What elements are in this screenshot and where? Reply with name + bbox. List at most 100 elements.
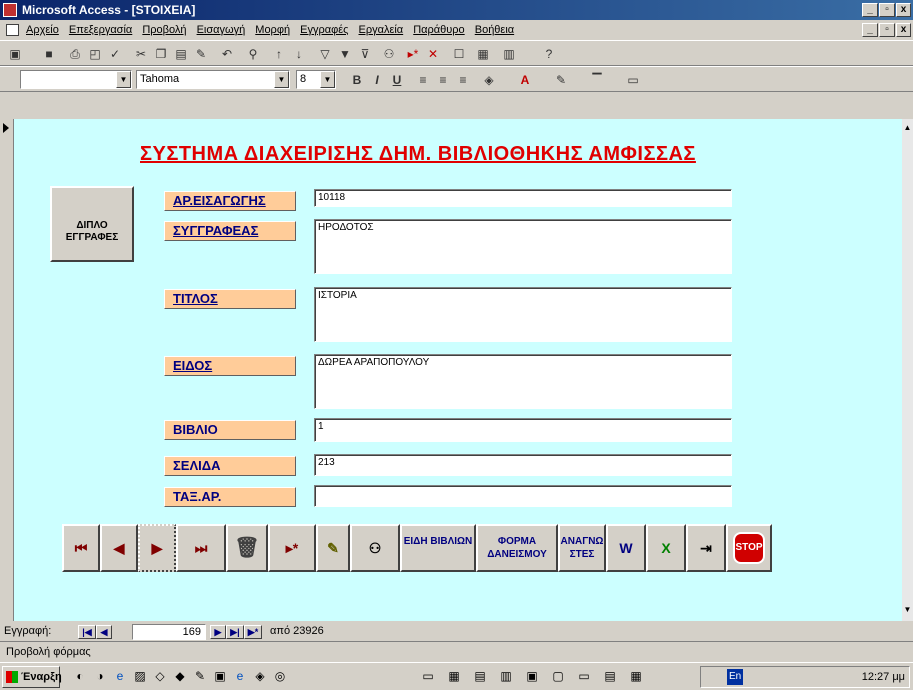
quicklaunch-icon-5[interactable]: ◆ (172, 668, 188, 684)
apply-filter-icon[interactable]: ⊽ (356, 45, 374, 63)
menu-file[interactable]: Αρχείο (26, 24, 59, 36)
book-types-button[interactable]: ΕΙΔΗ ΒΙΒΛΙΩΝ (400, 524, 476, 572)
format-painter-icon[interactable]: ✎ (192, 45, 210, 63)
bold-icon[interactable]: B (348, 71, 366, 89)
menu-format[interactable]: Μορφή (255, 24, 290, 36)
nav-next-button[interactable]: ▶ (210, 625, 226, 639)
loan-form-button[interactable]: ΦΟΡΜΑ ΔΑΝΕΙΣΜΟΥ (476, 524, 558, 572)
quicklaunch-icon-10[interactable]: ◎ (272, 668, 288, 684)
italic-icon[interactable]: I (368, 71, 386, 89)
quicklaunch-icon-3[interactable]: ▨ (132, 668, 148, 684)
copy-icon[interactable]: ❐ (152, 45, 170, 63)
nav-prev-button[interactable]: ◀ (96, 625, 112, 639)
edit-button[interactable]: ✎ (316, 524, 350, 572)
scroll-down-icon[interactable]: ▼ (902, 605, 913, 617)
shelf-field[interactable] (314, 485, 732, 507)
book-field[interactable]: 1 (314, 418, 732, 442)
filter-by-form-icon[interactable]: ▼ (336, 45, 354, 63)
properties-icon[interactable]: ☐ (450, 45, 468, 63)
font-color-icon[interactable]: A (516, 71, 534, 89)
last-record-button[interactable]: ⏭ (176, 524, 226, 572)
align-center-icon[interactable]: ≡ (434, 71, 452, 89)
nav-first-button[interactable]: |◀ (78, 625, 96, 639)
delete-button[interactable]: 🗑 (226, 524, 268, 572)
new-record-icon[interactable]: ▸* (404, 45, 422, 63)
nav-last-button[interactable]: ▶| (226, 625, 244, 639)
cut-icon[interactable]: ✂ (132, 45, 150, 63)
word-export-button[interactable]: W (606, 524, 646, 572)
menu-records[interactable]: Εγγραφές (300, 24, 348, 36)
task-icon-7[interactable]: ▭ (576, 668, 592, 684)
sort-ascending-icon[interactable]: ↑ (270, 45, 288, 63)
quicklaunch-icon-4[interactable]: ◇ (152, 668, 168, 684)
internet-explorer-icon[interactable]: e (112, 668, 128, 684)
doc-close-button[interactable]: x (896, 23, 911, 37)
menu-insert[interactable]: Εισαγωγή (197, 24, 246, 36)
quicklaunch-icon-9[interactable]: ◈ (252, 668, 268, 684)
record-number-input[interactable]: 169 (132, 624, 206, 640)
prev-record-button[interactable]: ◀ (100, 524, 138, 572)
title-field[interactable]: ΙΣΤΟΡΙΑ (314, 287, 732, 342)
start-button[interactable]: Έναρξη (2, 666, 62, 688)
line-color-icon[interactable]: ✎ (552, 71, 570, 89)
new-object-icon[interactable]: ▥ (500, 45, 518, 63)
border-width-icon[interactable]: ▔ (588, 71, 606, 89)
database-window-icon[interactable]: ▦ (474, 45, 492, 63)
quicklaunch-icon-7[interactable]: ▣ (212, 668, 228, 684)
task-icon-4[interactable]: ▥ (498, 668, 514, 684)
first-record-button[interactable]: ⏮ (62, 524, 100, 572)
minimize-button[interactable]: _ (862, 3, 878, 17)
print-preview-icon[interactable]: ◰ (86, 45, 104, 63)
nav-new-button[interactable]: ▶* (244, 625, 262, 639)
find-button[interactable]: ⚇ (350, 524, 400, 572)
doc-restore-button[interactable]: ▫ (879, 23, 895, 37)
special-effect-icon[interactable]: ▭ (624, 71, 642, 89)
task-icon-5[interactable]: ▣ (524, 668, 540, 684)
next-record-button[interactable]: ▶ (138, 524, 176, 572)
entry-no-field[interactable]: 10118 (314, 189, 732, 207)
kind-field[interactable]: ΔΩΡΕΑ ΑΡΑΠΟΠΟΥΛΟΥ (314, 354, 732, 409)
doc-minimize-button[interactable]: _ (862, 23, 878, 37)
print-icon[interactable]: ⎙ (66, 45, 84, 63)
help-icon[interactable]: ? (540, 45, 558, 63)
task-icon-9[interactable]: ▦ (628, 668, 644, 684)
paste-icon[interactable]: ▤ (172, 45, 190, 63)
record-selector[interactable] (0, 119, 14, 621)
exit-button[interactable]: ⇥ (686, 524, 726, 572)
quicklaunch-icon-1[interactable]: ◐ (72, 668, 88, 684)
fill-color-icon[interactable]: ◈ (480, 71, 498, 89)
sort-descending-icon[interactable]: ↓ (290, 45, 308, 63)
language-indicator[interactable]: En (727, 669, 744, 685)
align-right-icon[interactable]: ≡ (454, 71, 472, 89)
task-icon-1[interactable]: ▭ (420, 668, 436, 684)
save-icon[interactable]: ■ (40, 45, 58, 63)
access-icon[interactable] (3, 3, 17, 17)
font-size-select[interactable]: 8 ▼ (296, 70, 336, 89)
task-icon-3[interactable]: ▤ (472, 668, 488, 684)
filter-by-selection-icon[interactable]: ▽ (316, 45, 334, 63)
quicklaunch-icon-2[interactable]: ◑ (92, 668, 108, 684)
menu-tools[interactable]: Εργαλεία (359, 24, 404, 36)
vertical-scrollbar[interactable]: ▲ ▼ (902, 119, 913, 621)
object-select[interactable]: ▼ (20, 70, 132, 89)
underline-icon[interactable]: U (388, 71, 406, 89)
delete-record-icon[interactable]: ✕ (424, 45, 442, 63)
excel-export-button[interactable]: X (646, 524, 686, 572)
stop-button[interactable]: STOP (726, 524, 772, 572)
menu-window[interactable]: Παράθυρο (413, 24, 464, 36)
quicklaunch-icon-8[interactable]: e (232, 668, 248, 684)
close-button[interactable]: x (896, 3, 911, 17)
menu-view[interactable]: Προβολή (142, 24, 186, 36)
new-record-button[interactable]: ▸* (268, 524, 316, 572)
page-field[interactable]: 213 (314, 454, 732, 476)
undo-icon[interactable]: ↶ (218, 45, 236, 63)
author-field[interactable]: ΗΡΟΔΟΤΟΣ (314, 219, 732, 274)
duplicate-button[interactable]: ΔΙΠΛΟ ΕΓΓΡΑΦΕΣ (50, 186, 134, 262)
find-icon[interactable]: ⚇ (380, 45, 398, 63)
maximize-button[interactable]: ▫ (879, 3, 895, 17)
scroll-up-icon[interactable]: ▲ (902, 123, 913, 135)
font-select[interactable]: Tahoma ▼ (136, 70, 290, 89)
align-left-icon[interactable]: ≡ (414, 71, 432, 89)
readers-button[interactable]: ΑΝΑΓΝΩ ΣΤΕΣ (558, 524, 606, 572)
task-icon-6[interactable]: ▢ (550, 668, 566, 684)
